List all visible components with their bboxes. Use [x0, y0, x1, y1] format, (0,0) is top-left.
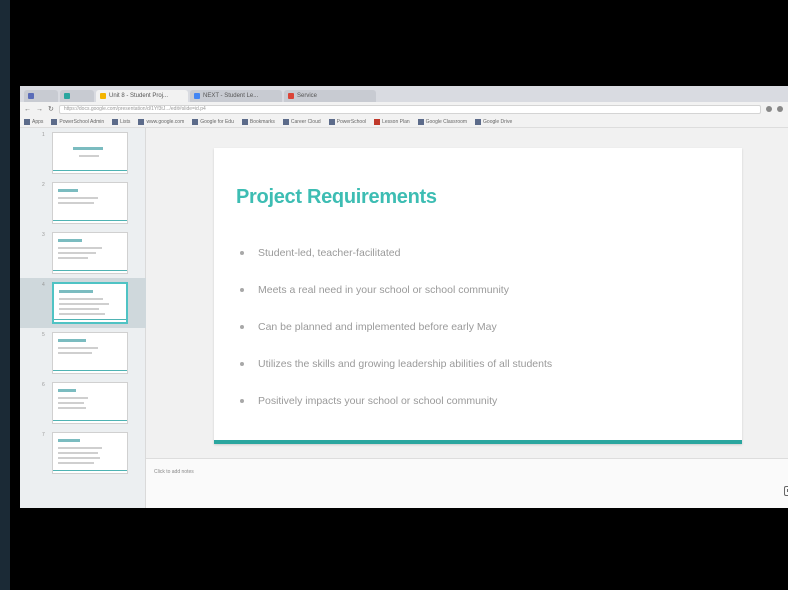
- reload-icon[interactable]: ↻: [48, 105, 54, 113]
- bookmark-icon: [417, 118, 424, 125]
- bookmark-icon: [241, 118, 248, 125]
- bookmark[interactable]: Bookmarks: [241, 118, 275, 125]
- bullet-item: Can be planned and implemented before ea…: [240, 308, 552, 345]
- bookmark[interactable]: PowerSchool Admin: [51, 118, 104, 125]
- slide-preview: [52, 182, 128, 224]
- slide-filmstrip: 1 2 3 4 5 6 7: [20, 128, 146, 508]
- slide-number: 3: [42, 232, 45, 238]
- bookmark[interactable]: Google Classroom: [417, 118, 467, 125]
- bookmark-icon: [282, 118, 289, 125]
- slide-preview: [52, 332, 128, 374]
- extension-icon[interactable]: [766, 106, 772, 112]
- slide-preview: [52, 432, 128, 474]
- slide-thumbnail[interactable]: 1: [20, 128, 146, 178]
- apps-icon: [24, 118, 30, 125]
- tab-favicon-icon: [288, 93, 294, 99]
- slide-number: 5: [42, 332, 45, 338]
- slide-number: 4: [42, 282, 45, 288]
- slide-preview: [52, 382, 128, 424]
- slide-thumbnail[interactable]: 2: [20, 178, 146, 228]
- slide-number: 6: [42, 382, 45, 388]
- slide-number: 7: [42, 432, 45, 438]
- bookmark[interactable]: Google Drive: [475, 118, 512, 125]
- tab-label: NEXT - Student Le...: [203, 93, 259, 99]
- bookmark[interactable]: Apps: [24, 118, 43, 125]
- slide-preview: [52, 282, 128, 324]
- bullet-text: Can be planned and implemented before ea…: [258, 320, 497, 333]
- bookmarks-bar: Apps PowerSchool Admin Lists www.google.…: [20, 116, 788, 128]
- bullet-text: Meets a real need in your school or scho…: [258, 283, 509, 296]
- tab-favicon-icon: [194, 93, 200, 99]
- tab-label: Unit 8 - Student Proj...: [109, 93, 169, 99]
- bookmark-icon: [51, 118, 58, 125]
- forward-icon[interactable]: →: [36, 106, 43, 113]
- slide-thumbnail[interactable]: 5: [20, 328, 146, 378]
- slide-thumbnail[interactable]: 6: [20, 378, 146, 428]
- bookmark[interactable]: PowerSchool: [328, 118, 366, 125]
- bookmark-icon: [475, 118, 482, 125]
- browser-tab[interactable]: [24, 90, 58, 102]
- tab-label: Service: [297, 93, 318, 99]
- browser-tab[interactable]: NEXT - Student Le...: [190, 90, 282, 102]
- extension-icon[interactable]: [777, 106, 783, 112]
- bullet-text: Positively impacts your school or school…: [258, 394, 498, 407]
- slide-preview: [52, 132, 128, 174]
- bullet-item: Student-led, teacher-facilitated: [240, 234, 552, 271]
- bullet-icon: [240, 398, 244, 403]
- browser-tab[interactable]: [60, 90, 94, 102]
- bullet-icon: [240, 250, 244, 255]
- slide-canvas: Project Requirements Student-led, teache…: [146, 128, 788, 458]
- bullet-item: Utilizes the skills and growing leadersh…: [240, 345, 552, 382]
- slide-accent-bar: [214, 440, 742, 444]
- address-bar-row: ← → ↻ https://docs.google.com/presentati…: [20, 102, 788, 116]
- bullet-icon: [240, 324, 244, 329]
- bookmark-icon: [192, 118, 199, 125]
- bookmark[interactable]: www.google.com: [138, 118, 184, 125]
- slide-thumbnail[interactable]: 7: [20, 428, 146, 478]
- bullet-icon: [240, 361, 244, 366]
- browser-tab-strip: Unit 8 - Student Proj... NEXT - Student …: [20, 86, 788, 102]
- video-frame: Unit 8 - Student Proj... NEXT - Student …: [10, 0, 788, 590]
- slide-thumbnail-selected[interactable]: 4: [20, 278, 146, 328]
- bookmark[interactable]: Lesson Plan: [374, 118, 410, 125]
- slide-number: 2: [42, 182, 45, 188]
- bullet-text: Utilizes the skills and growing leadersh…: [258, 357, 553, 370]
- notes-placeholder[interactable]: Click to add notes: [154, 469, 194, 475]
- bullet-item: Positively impacts your school or school…: [240, 382, 552, 419]
- bookmark-icon: [112, 118, 119, 125]
- explore-icon[interactable]: [784, 486, 788, 496]
- slide-number: 1: [42, 132, 45, 138]
- slide[interactable]: Project Requirements Student-led, teache…: [214, 148, 742, 444]
- bullet-icon: [240, 287, 244, 292]
- bullet-list[interactable]: Student-led, teacher-facilitated Meets a…: [240, 234, 552, 419]
- url-input[interactable]: https://docs.google.com/presentation/d/1…: [58, 104, 761, 114]
- slide-title[interactable]: Project Requirements: [236, 186, 437, 209]
- bookmark[interactable]: Career Cloud: [282, 118, 321, 125]
- bookmark[interactable]: Google for Edu: [192, 118, 234, 125]
- bookmark-icon: [138, 118, 145, 125]
- bookmark-icon: [374, 118, 381, 125]
- speaker-notes[interactable]: Click to add notes: [146, 458, 788, 508]
- slide-preview: [52, 232, 128, 274]
- bookmark[interactable]: Lists: [112, 118, 130, 125]
- bullet-text: Student-led, teacher-facilitated: [258, 246, 401, 259]
- screen: Unit 8 - Student Proj... NEXT - Student …: [20, 86, 788, 508]
- slide-thumbnail[interactable]: 3: [20, 228, 146, 278]
- back-icon[interactable]: ←: [24, 106, 31, 113]
- bookmark-icon: [328, 118, 335, 125]
- tab-favicon-icon: [100, 93, 106, 99]
- browser-tab-active[interactable]: Unit 8 - Student Proj...: [96, 90, 188, 102]
- browser-tab[interactable]: Service: [284, 90, 376, 102]
- bullet-item: Meets a real need in your school or scho…: [240, 271, 552, 308]
- tab-favicon-icon: [28, 93, 34, 99]
- tab-favicon-icon: [64, 93, 70, 99]
